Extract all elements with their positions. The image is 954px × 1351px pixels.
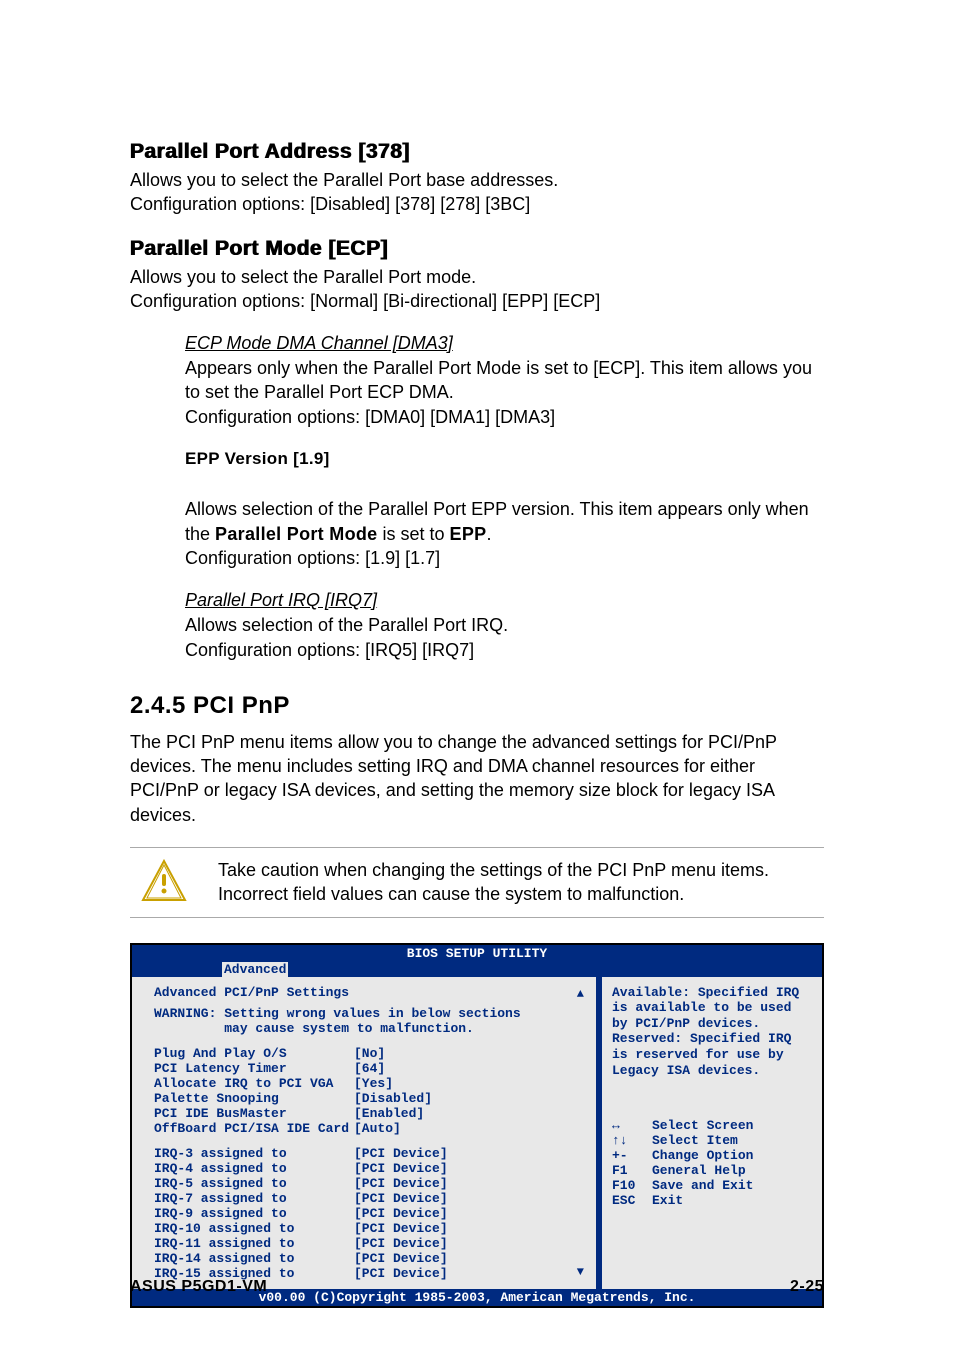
- caution-block: Take caution when changing the settings …: [130, 847, 824, 918]
- bios-item-label: Palette Snooping: [154, 1091, 354, 1106]
- bios-item-row[interactable]: IRQ-3 assigned to[PCI Device]: [154, 1146, 586, 1161]
- bios-nav: ↔Select Screen↑↓Select Item+-Change Opti…: [612, 1118, 812, 1208]
- heading-parallel-port-mode: Parallel Port Mode [ECP]: [130, 237, 824, 261]
- body-ecp-mode-dma: Appears only when the Parallel Port Mode…: [185, 356, 824, 429]
- bios-item-label: OffBoard PCI/ISA IDE Card: [154, 1121, 354, 1136]
- bios-item-row[interactable]: Plug And Play O/S[No]: [154, 1046, 586, 1061]
- caution-icon: [140, 858, 188, 906]
- bios-nav-row: F10Save and Exit: [612, 1178, 812, 1193]
- bios-nav-row: ESCExit: [612, 1193, 812, 1208]
- bios-item-label: IRQ-10 assigned to: [154, 1221, 354, 1236]
- body-epp-version: Allows selection of the Parallel Port EP…: [185, 473, 824, 570]
- bios-help-text: Available: Specified IRQ is available to…: [612, 985, 812, 1079]
- bios-nav-action: Select Screen: [652, 1118, 753, 1133]
- bios-item-value: [64]: [354, 1061, 385, 1076]
- bios-item-value: [PCI Device]: [354, 1176, 448, 1191]
- bios-right-panel: Available: Specified IRQ is available to…: [602, 977, 822, 1289]
- bios-item-value: [PCI Device]: [354, 1221, 448, 1236]
- bios-item-row[interactable]: IRQ-9 assigned to[PCI Device]: [154, 1206, 586, 1221]
- body-parallel-port-mode: Allows you to select the Parallel Port m…: [130, 265, 824, 314]
- bios-item-label: IRQ-4 assigned to: [154, 1161, 354, 1176]
- bios-item-row[interactable]: IRQ-7 assigned to[PCI Device]: [154, 1191, 586, 1206]
- page-footer: ASUS P5GD1-VM 2-25: [130, 1278, 824, 1296]
- bios-item-row[interactable]: PCI Latency Timer[64]: [154, 1061, 586, 1076]
- bios-item-value: [PCI Device]: [354, 1236, 448, 1251]
- body-parallel-port-address: Allows you to select the Parallel Port b…: [130, 168, 824, 217]
- bios-tabs: Advanced: [132, 962, 822, 977]
- text-epp-mid: is set to: [377, 524, 449, 544]
- bios-nav-key: ESC: [612, 1193, 652, 1208]
- bios-item-row[interactable]: Palette Snooping[Disabled]: [154, 1091, 586, 1106]
- body-parallel-port-irq: Allows selection of the Parallel Port IR…: [185, 613, 824, 662]
- bios-nav-action: Save and Exit: [652, 1178, 753, 1193]
- bios-item-row[interactable]: IRQ-10 assigned to[PCI Device]: [154, 1221, 586, 1236]
- bios-nav-row: ↔Select Screen: [612, 1118, 812, 1133]
- bios-left-panel: ▲ Advanced PCI/PnP Settings WARNING: Set…: [132, 977, 602, 1289]
- caution-text: Take caution when changing the settings …: [218, 858, 784, 907]
- bios-warning: WARNING: Setting wrong values in below s…: [154, 1006, 586, 1036]
- bios-item-value: [Yes]: [354, 1076, 393, 1091]
- bios-section-title: Advanced PCI/PnP Settings: [154, 985, 586, 1000]
- bios-item-row[interactable]: IRQ-14 assigned to[PCI Device]: [154, 1251, 586, 1266]
- bios-item-value: [No]: [354, 1046, 385, 1061]
- bios-item-value: [Auto]: [354, 1121, 401, 1136]
- footer-page-number: 2-25: [790, 1278, 824, 1296]
- scroll-down-icon[interactable]: ▼: [577, 1265, 584, 1279]
- bios-nav-key: ↔: [612, 1118, 652, 1133]
- bios-items-group2: IRQ-3 assigned to[PCI Device]IRQ-4 assig…: [154, 1146, 586, 1281]
- text-epp-bold2: EPP: [450, 524, 487, 544]
- bios-item-value: [Enabled]: [354, 1106, 424, 1121]
- bios-item-label: IRQ-7 assigned to: [154, 1191, 354, 1206]
- bios-nav-key: F1: [612, 1163, 652, 1178]
- body-pci-pnp: The PCI PnP menu items allow you to chan…: [130, 730, 824, 827]
- bios-item-label: IRQ-9 assigned to: [154, 1206, 354, 1221]
- bios-item-label: IRQ-5 assigned to: [154, 1176, 354, 1191]
- bios-item-label: IRQ-11 assigned to: [154, 1236, 354, 1251]
- bios-item-label: Allocate IRQ to PCI VGA: [154, 1076, 354, 1091]
- bios-item-value: [PCI Device]: [354, 1206, 448, 1221]
- bios-nav-action: Exit: [652, 1193, 683, 1208]
- bios-item-row[interactable]: Allocate IRQ to PCI VGA[Yes]: [154, 1076, 586, 1091]
- bios-nav-key: +-: [612, 1148, 652, 1163]
- heading-parallel-port-address: Parallel Port Address [378]: [130, 140, 824, 164]
- bios-tab-advanced[interactable]: Advanced: [222, 962, 288, 977]
- bios-item-label: IRQ-3 assigned to: [154, 1146, 354, 1161]
- bios-nav-row: ↑↓Select Item: [612, 1133, 812, 1148]
- heading-pci-pnp: 2.4.5 PCI PnP: [130, 692, 824, 720]
- heading-parallel-port-irq: Parallel Port IRQ [IRQ7]: [185, 590, 824, 611]
- bios-items-group1: Plug And Play O/S[No]PCI Latency Timer[6…: [154, 1046, 586, 1136]
- bios-nav-row: F1General Help: [612, 1163, 812, 1178]
- bios-nav-action: General Help: [652, 1163, 746, 1178]
- heading-epp-version: EPP Version [1.9]: [185, 449, 824, 469]
- bios-item-row[interactable]: IRQ-5 assigned to[PCI Device]: [154, 1176, 586, 1191]
- bios-item-label: IRQ-14 assigned to: [154, 1251, 354, 1266]
- bios-item-label: Plug And Play O/S: [154, 1046, 354, 1061]
- bios-item-value: [Disabled]: [354, 1091, 432, 1106]
- bios-nav-key: F10: [612, 1178, 652, 1193]
- bios-nav-action: Select Item: [652, 1133, 738, 1148]
- bios-title: BIOS SETUP UTILITY: [132, 945, 822, 962]
- bios-item-label: PCI Latency Timer: [154, 1061, 354, 1076]
- bios-item-value: [PCI Device]: [354, 1191, 448, 1206]
- bios-item-label: PCI IDE BusMaster: [154, 1106, 354, 1121]
- bios-nav-row: +-Change Option: [612, 1148, 812, 1163]
- bios-screenshot: BIOS SETUP UTILITY Advanced ▲ Advanced P…: [130, 943, 824, 1308]
- bios-nav-key: ↑↓: [612, 1133, 652, 1148]
- bios-nav-action: Change Option: [652, 1148, 753, 1163]
- text-epp-bold1: Parallel Port Mode: [215, 524, 377, 544]
- bios-item-value: [PCI Device]: [354, 1146, 448, 1161]
- bios-item-value: [PCI Device]: [354, 1161, 448, 1176]
- footer-product: ASUS P5GD1-VM: [130, 1278, 267, 1296]
- bios-item-value: [PCI Device]: [354, 1251, 448, 1266]
- bios-item-row[interactable]: PCI IDE BusMaster[Enabled]: [154, 1106, 586, 1121]
- bios-item-row[interactable]: OffBoard PCI/ISA IDE Card[Auto]: [154, 1121, 586, 1136]
- heading-ecp-mode-dma: ECP Mode DMA Channel [DMA3]: [185, 333, 824, 354]
- bios-item-row[interactable]: IRQ-4 assigned to[PCI Device]: [154, 1161, 586, 1176]
- bios-item-row[interactable]: IRQ-11 assigned to[PCI Device]: [154, 1236, 586, 1251]
- scroll-up-icon[interactable]: ▲: [577, 987, 584, 1001]
